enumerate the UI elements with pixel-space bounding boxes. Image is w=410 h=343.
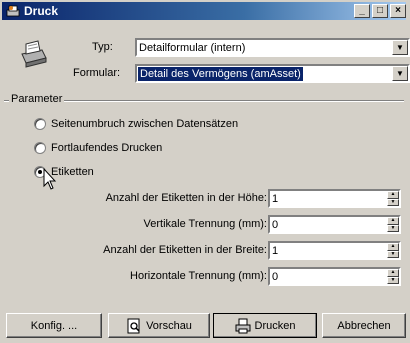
label-count-height: Anzahl der Etiketten in der Höhe: xyxy=(105,192,267,204)
vertical-gap-stepper[interactable]: 0 ▲ ▼ xyxy=(268,215,401,234)
stepper-value[interactable]: 1 xyxy=(272,192,278,206)
count-width-stepper[interactable]: 1 ▲ ▼ xyxy=(268,241,401,260)
radio-dot[interactable] xyxy=(34,142,46,154)
stepper-value[interactable]: 1 xyxy=(272,244,278,258)
radio-page-break[interactable]: Seitenumbruch zwischen Datensätzen xyxy=(34,118,238,130)
formular-select[interactable]: Detail des Vermögens (amAsset) ▼ xyxy=(135,64,410,83)
print-dialog: Druck _ □ × Typ: Detailformular (intern)… xyxy=(0,0,410,343)
horizontal-gap-stepper[interactable]: 0 ▲ ▼ xyxy=(268,267,401,286)
config-button[interactable]: Konfig. ... xyxy=(6,313,102,338)
radio-continuous[interactable]: Fortlaufendes Drucken xyxy=(34,142,162,154)
chevron-down-icon[interactable]: ▼ xyxy=(392,40,408,55)
magnifier-page-icon xyxy=(127,318,140,333)
print-button[interactable]: Drucken xyxy=(213,313,317,338)
maximize-button[interactable]: □ xyxy=(372,4,388,18)
printer-icon xyxy=(235,318,251,333)
print-label: Drucken xyxy=(254,319,296,332)
radio-label: Seitenumbruch zwischen Datensätzen xyxy=(51,118,239,130)
count-height-stepper[interactable]: 1 ▲ ▼ xyxy=(268,189,401,208)
stepper-arrows[interactable]: ▲ ▼ xyxy=(387,217,399,232)
label-count-width: Anzahl der Etiketten in der Breite: xyxy=(103,244,267,256)
arrow-up-icon[interactable]: ▲ xyxy=(387,191,399,199)
parameter-legend: Parameter xyxy=(9,93,65,105)
stepper-arrows[interactable]: ▲ ▼ xyxy=(387,243,399,258)
cancel-label: Abbrechen xyxy=(337,319,391,332)
printer-app-icon xyxy=(6,5,20,17)
stepper-arrows[interactable]: ▲ ▼ xyxy=(387,269,399,284)
stepper-value[interactable]: 0 xyxy=(272,218,278,232)
typ-select[interactable]: Detailformular (intern) ▼ xyxy=(135,38,410,57)
close-button[interactable]: × xyxy=(390,4,406,18)
stepper-value[interactable]: 0 xyxy=(272,270,278,284)
radio-dot[interactable] xyxy=(34,118,46,130)
label-horizontal-gap: Horizontale Trennung (mm): xyxy=(130,270,267,282)
typ-value: Detailformular (intern) xyxy=(139,42,246,54)
cancel-button[interactable]: Abbrechen xyxy=(322,313,406,338)
arrow-up-icon[interactable]: ▲ xyxy=(387,217,399,225)
stepper-arrows[interactable]: ▲ ▼ xyxy=(387,191,399,206)
arrow-up-icon[interactable]: ▲ xyxy=(387,269,399,277)
title-bar[interactable]: Druck _ □ × xyxy=(2,2,406,20)
arrow-down-icon[interactable]: ▼ xyxy=(387,276,399,284)
arrow-down-icon[interactable]: ▼ xyxy=(387,250,399,258)
printer-icon xyxy=(21,40,47,68)
window-controls: _ □ × xyxy=(354,4,406,18)
radio-label: Fortlaufendes Drucken xyxy=(51,142,163,154)
chevron-down-icon[interactable]: ▼ xyxy=(392,66,408,81)
arrow-up-icon[interactable]: ▲ xyxy=(387,243,399,251)
label-vertical-gap: Vertikale Trennung (mm): xyxy=(143,218,268,230)
arrow-down-icon[interactable]: ▼ xyxy=(387,224,399,232)
window-title: Druck xyxy=(24,4,59,18)
mouse-cursor-icon xyxy=(43,168,57,190)
preview-label: Vorschau xyxy=(146,319,192,332)
typ-label: Typ: xyxy=(92,41,113,53)
config-label: Konfig. ... xyxy=(30,319,78,332)
formular-value: Detail des Vermögens (amAsset) xyxy=(138,67,303,81)
arrow-down-icon[interactable]: ▼ xyxy=(387,198,399,206)
minimize-button[interactable]: _ xyxy=(354,4,370,18)
formular-label: Formular: xyxy=(73,67,121,79)
preview-button[interactable]: Vorschau xyxy=(108,313,210,338)
